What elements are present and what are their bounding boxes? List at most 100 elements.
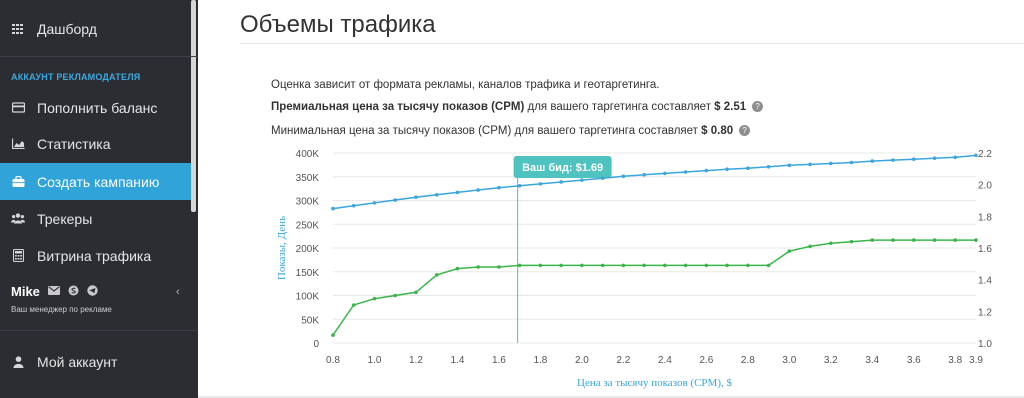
impressions-point <box>580 178 584 182</box>
conversion-series-line <box>332 239 976 336</box>
impressions-point <box>725 167 729 171</box>
conversion-point <box>932 238 937 242</box>
y-right-tick-label: 1.8 <box>978 212 992 223</box>
sidebar-item-statistics[interactable]: Статистика <box>0 125 191 162</box>
x-tick-label: 1.0 <box>368 355 382 366</box>
impressions-point <box>974 153 978 158</box>
y-left-tick-label: 400K <box>296 149 320 160</box>
x-tick-label: 3.0 <box>782 355 796 366</box>
conversion-point <box>953 238 958 242</box>
sidebar-item-label: Мой аккаунт <box>37 353 118 370</box>
y-left-tick-label: 300K <box>296 197 320 208</box>
conversion-point <box>351 303 356 307</box>
impressions-point <box>932 156 937 161</box>
y-left-tick-label: 350K <box>296 173 320 184</box>
impressions-point <box>849 160 854 165</box>
x-tick-label: 3.4 <box>865 355 879 366</box>
help-icon[interactable]: ? <box>752 101 764 112</box>
help-icon[interactable]: ? <box>739 125 751 136</box>
impressions-point <box>663 171 667 176</box>
sidebar-item-top-up[interactable]: Пополнить баланс <box>0 89 191 126</box>
collapse-chevron-icon[interactable]: ‹ <box>176 286 180 298</box>
x-tick-label: 2.2 <box>616 355 630 366</box>
bid-marker-label: Ваш бид: $1.69 <box>522 162 603 174</box>
y-left-tick-label: 200K <box>296 244 320 255</box>
conversion-point <box>787 249 792 253</box>
impressions-point <box>559 180 563 184</box>
conversion-point <box>621 263 626 268</box>
impressions-point <box>476 188 480 192</box>
impressions-point <box>621 174 626 179</box>
x-tick-label: 3.6 <box>907 355 921 366</box>
grid-icon <box>11 22 25 36</box>
minimum-cpm-label: Минимальная цена за тысячу показов (CPM)… <box>271 125 702 137</box>
conversion-point <box>414 290 418 295</box>
impressions-point <box>331 206 335 211</box>
x-tick-label: 0.8 <box>326 355 340 366</box>
conversion-point <box>580 263 584 268</box>
briefcase-icon <box>11 175 25 189</box>
sidebar-item-create-campaign[interactable]: Создать кампанию <box>0 163 191 200</box>
sidebar-item-traffic-showcase[interactable]: Витрина трафика <box>0 237 191 274</box>
sidebar-item-trackers[interactable]: Трекеры <box>0 200 191 237</box>
y-right-tick-label: 1.4 <box>978 276 992 287</box>
x-tick-label: 2.4 <box>658 355 672 366</box>
impressions-point <box>953 155 958 160</box>
telegram-icon[interactable] <box>87 284 98 299</box>
conversion-point <box>766 263 771 268</box>
calculator-icon <box>11 249 25 263</box>
impressions-point <box>829 161 833 166</box>
conversion-point <box>331 333 335 337</box>
impressions-point <box>683 170 688 174</box>
premium-cpm-label: Премиальная цена за тысячу показов (CPM) <box>271 101 525 113</box>
premium-cpm-suffix: для вашего таргетинга составляет <box>524 101 715 113</box>
conversion-point <box>683 263 688 268</box>
manager-name: Mike <box>11 284 40 299</box>
conversion-point <box>663 263 667 268</box>
title-divider <box>240 43 1024 44</box>
y-right-tick-label: 2.2 <box>978 149 992 160</box>
sidebar-item-label: Витрина трафика <box>37 247 152 264</box>
conversion-point <box>497 265 501 269</box>
conversion-point <box>808 244 812 249</box>
conversion-point <box>911 238 916 242</box>
y-left-tick-label: 150K <box>296 268 320 279</box>
impressions-point <box>704 168 709 173</box>
envelope-icon[interactable] <box>47 285 60 298</box>
conversion-point <box>746 263 750 268</box>
x-tick-label: 1.4 <box>450 355 464 366</box>
y-left-tick-label: 50K <box>301 315 319 326</box>
conversion-point <box>891 238 895 242</box>
sidebar-item-label: Трекеры <box>37 210 93 227</box>
y-left-tick-label: 100K <box>296 292 320 303</box>
manager-subtitle: Ваш менеджер по рекламе <box>11 305 112 314</box>
sidebar-scrollbar[interactable] <box>191 0 196 212</box>
sidebar-item-dashboard[interactable]: Дашборд <box>0 10 191 47</box>
conversion-point <box>517 263 522 268</box>
conversion-point <box>725 263 729 268</box>
conversion-point <box>476 265 480 269</box>
card-icon <box>11 101 25 115</box>
premium-cpm-text: Премиальная цена за тысячу показов (CPM)… <box>271 101 764 113</box>
manager-name-row: Mike <box>11 284 98 299</box>
sidebar-item-label: Пополнить баланс <box>37 99 158 116</box>
sidebar-divider <box>0 56 198 57</box>
x-tick-label: 3.9 <box>969 355 983 366</box>
sidebar-section-title: АККАУНТ РЕКЛАМОДАТЕЛЯ <box>11 72 141 82</box>
y-left-axis-label: Показы, День <box>276 216 288 280</box>
impressions-point <box>538 182 543 186</box>
conversion-point <box>393 293 398 298</box>
users-icon <box>11 212 25 226</box>
x-axis-label: Цена за тысячу показов (CPM), $ <box>577 377 732 389</box>
x-tick-label: 2.0 <box>575 355 589 366</box>
page-title: Объемы трафика <box>240 11 436 38</box>
impressions-point <box>600 176 605 180</box>
y-left-tick-label: 0 <box>313 339 319 350</box>
conversion-point <box>559 263 563 268</box>
sidebar-item-my-account[interactable]: Мой аккаунт <box>0 343 191 380</box>
impressions-point <box>787 163 792 168</box>
conversion-point <box>974 238 978 242</box>
conversion-point <box>642 263 646 268</box>
skype-icon[interactable] <box>68 285 79 299</box>
impressions-point <box>911 157 916 161</box>
